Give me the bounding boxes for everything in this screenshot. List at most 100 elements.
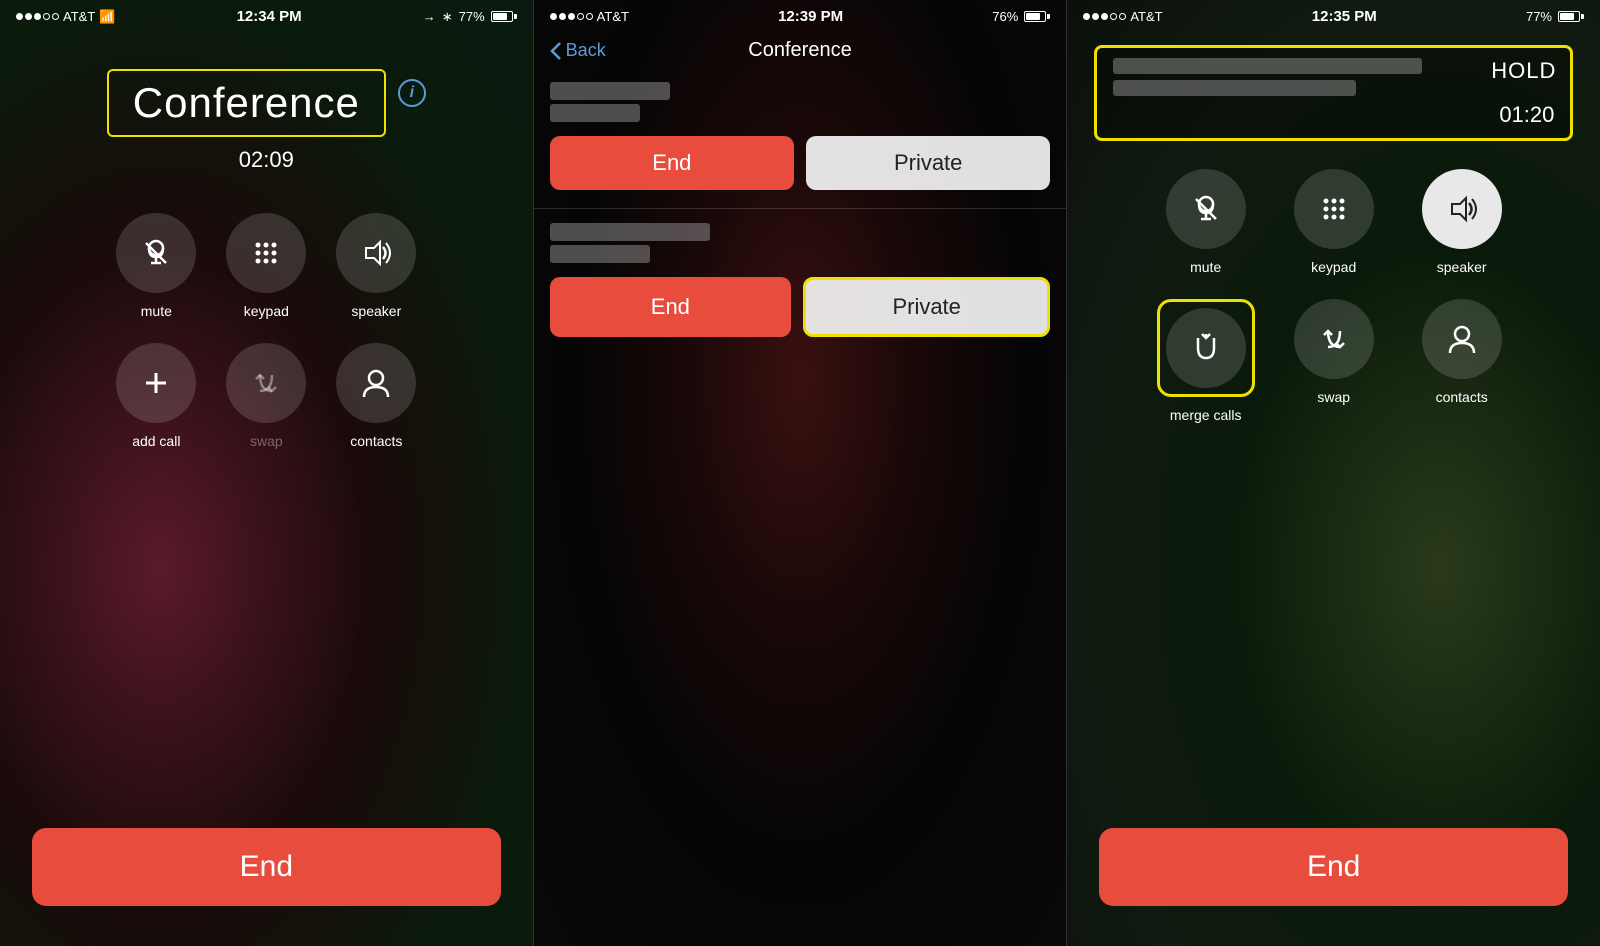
caller-actions-1: End Private <box>534 128 1067 204</box>
end-button-1[interactable]: End <box>32 828 501 906</box>
speaker-label: speaker <box>351 303 401 319</box>
private-button-caller2[interactable]: Private <box>803 277 1050 337</box>
keypad-button-3[interactable] <box>1294 169 1374 249</box>
swap-button[interactable] <box>226 343 306 423</box>
status-bar-2: AT&T 12:39 PM 76% <box>534 0 1067 29</box>
carrier-2: AT&T <box>597 9 629 24</box>
end-button-3[interactable]: End <box>1099 828 1568 906</box>
keypad-label-3: keypad <box>1311 259 1356 275</box>
btn-col-contacts-3: contacts <box>1413 299 1511 423</box>
dot <box>577 13 584 20</box>
dot <box>1101 13 1108 20</box>
btn-col-keypad: keypad <box>226 213 306 319</box>
dot <box>1110 13 1117 20</box>
signal-dots-1 <box>16 13 59 20</box>
mute-button-3[interactable] <box>1166 169 1246 249</box>
mute-button[interactable] <box>116 213 196 293</box>
caller-bar <box>550 223 710 241</box>
time-3: 12:35 PM <box>1312 8 1377 25</box>
battery-pct-3: 77% <box>1526 9 1552 24</box>
speaker-button-3[interactable] <box>1422 169 1502 249</box>
wifi-icon-1: 📶 <box>99 9 115 25</box>
keypad-button[interactable] <box>226 213 306 293</box>
merge-icon <box>1188 330 1224 366</box>
contacts-button[interactable] <box>336 343 416 423</box>
speaker-icon-3 <box>1444 191 1480 227</box>
hold-bar <box>1113 58 1422 74</box>
merge-highlight-box <box>1157 299 1255 397</box>
caller-bar <box>550 82 670 100</box>
title-row-1: Conference i <box>107 49 426 137</box>
status-right-3: 77% <box>1526 9 1584 24</box>
status-left-1: AT&T 📶 <box>16 9 115 25</box>
btn-col-mute: mute <box>116 213 196 319</box>
btn-col-addcall: add call <box>116 343 196 449</box>
private-button-caller1[interactable]: Private <box>806 136 1050 190</box>
btn-col-speaker-3: speaker <box>1413 169 1511 275</box>
dot <box>16 13 23 20</box>
plus-icon <box>138 365 174 401</box>
btn-col-contacts: contacts <box>336 343 416 449</box>
speaker-label-3: speaker <box>1437 259 1487 275</box>
time-2: 12:39 PM <box>778 8 843 25</box>
addcall-label: add call <box>132 433 180 449</box>
dot <box>52 13 59 20</box>
contacts-button-3[interactable] <box>1422 299 1502 379</box>
hold-box: HOLD 01:20 <box>1094 45 1573 141</box>
swap-label: swap <box>250 433 283 449</box>
hold-label: HOLD <box>1491 58 1556 84</box>
btn-col-speaker: speaker <box>336 213 416 319</box>
end-button-caller2[interactable]: End <box>550 277 791 337</box>
dot <box>568 13 575 20</box>
status-right-2: 76% <box>992 9 1050 24</box>
btn-col-swap: swap <box>226 343 306 449</box>
signal-dots-3 <box>1083 13 1126 20</box>
person-icon-3 <box>1444 321 1480 357</box>
dot <box>559 13 566 20</box>
add-call-button[interactable] <box>116 343 196 423</box>
caller-bar <box>550 104 640 122</box>
btn-col-mute-3: mute <box>1157 169 1255 275</box>
status-right-1: → ∗ 77% <box>423 9 517 25</box>
keypad-label: keypad <box>244 303 289 319</box>
hold-bar <box>1113 80 1356 96</box>
bluetooth-icon-1: ∗ <box>442 9 453 25</box>
back-button[interactable]: Back <box>550 40 606 61</box>
caller-row-1 <box>534 72 1067 128</box>
signal-dots-2 <box>550 13 593 20</box>
merge-calls-button[interactable] <box>1166 308 1246 388</box>
dot <box>25 13 32 20</box>
mute-label: mute <box>141 303 172 319</box>
carrier-1: AT&T <box>63 9 95 24</box>
dot <box>1083 13 1090 20</box>
mic-off-icon-3 <box>1188 191 1224 227</box>
swap-icon-3 <box>1316 321 1352 357</box>
swap-button-3[interactable] <box>1294 299 1374 379</box>
keypad-icon-3 <box>1316 191 1352 227</box>
back-chevron-icon <box>550 41 562 61</box>
panel2-header: Back Conference <box>534 29 1067 72</box>
mic-off-icon <box>138 235 174 271</box>
speaker-button[interactable] <box>336 213 416 293</box>
buttons-grid-1: mute keypad <box>96 213 436 449</box>
battery-pct-2: 76% <box>992 9 1018 24</box>
battery-pct-1: 77% <box>459 9 485 24</box>
dot <box>550 13 557 20</box>
phone-panel-2: AT&T 12:39 PM 76% Back Conference End Pr… <box>533 0 1068 946</box>
caller-row-2 <box>534 213 1067 269</box>
dot <box>1092 13 1099 20</box>
btn-col-keypad-3: keypad <box>1285 169 1383 275</box>
carrier-3: AT&T <box>1130 9 1162 24</box>
merge-calls-label: merge calls <box>1170 407 1242 423</box>
battery-icon-2 <box>1024 11 1050 22</box>
info-icon[interactable]: i <box>398 79 426 107</box>
conference-title-box: Conference <box>107 69 386 137</box>
battery-icon-3 <box>1558 11 1584 22</box>
keypad-icon <box>248 235 284 271</box>
panel2-title: Conference <box>748 39 851 62</box>
end-button-caller1[interactable]: End <box>550 136 794 190</box>
call-timer-1: 02:09 <box>239 147 294 173</box>
conference-title: Conference <box>133 79 360 126</box>
battery-icon-1 <box>491 11 517 22</box>
caller-actions-2: End Private <box>534 269 1067 351</box>
